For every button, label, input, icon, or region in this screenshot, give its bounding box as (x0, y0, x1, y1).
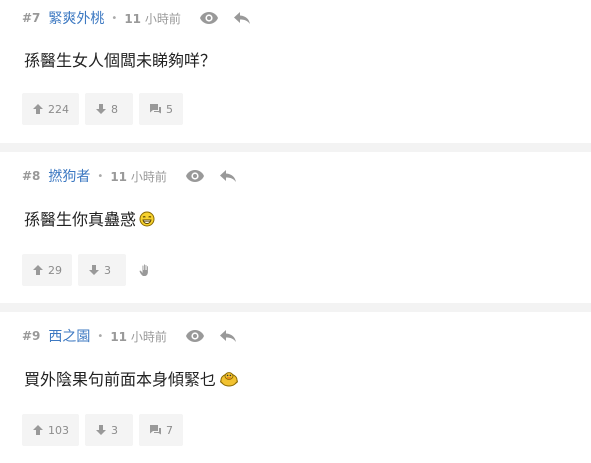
post-time: 11 小時前 (110, 328, 167, 345)
eye-icon[interactable] (185, 169, 205, 183)
post-number: #9 (22, 329, 41, 343)
post-number: #8 (22, 169, 41, 183)
post-content: 買外陰果句前面本身傾緊乜 (24, 370, 239, 392)
separator-dot: • (97, 170, 104, 182)
reply-icon[interactable] (219, 169, 237, 183)
quote-count: 7 (166, 423, 173, 437)
time-value: 11 (124, 11, 142, 26)
downvote-count: 3 (104, 263, 111, 277)
post-actions: 29 3 (22, 254, 164, 286)
post-header: #7 緊爽外桃 • 11 小時前 (22, 8, 251, 28)
time-unit: 小時前 (144, 11, 181, 26)
upvote-button[interactable]: 29 (22, 254, 72, 286)
hand-icon (139, 264, 148, 276)
thumb-down-icon (89, 265, 99, 275)
post-actions: 103 3 7 (22, 414, 183, 446)
post-text: 孫醫生你真蠱惑 (24, 210, 137, 229)
post-time: 11 小時前 (124, 10, 181, 27)
separator-dot: • (111, 12, 118, 24)
thumb-up-icon (33, 104, 43, 114)
post-text: 買外陰果句前面本身傾緊乜 (24, 370, 217, 389)
downvote-button[interactable]: 3 (78, 254, 126, 286)
time-unit: 小時前 (130, 169, 167, 184)
eye-icon[interactable] (185, 329, 205, 343)
downvote-button[interactable]: 8 (85, 93, 133, 125)
quote-count: 5 (166, 102, 173, 116)
post-header: #9 西之園 • 11 小時前 (22, 326, 237, 346)
author-name[interactable]: 緊爽外桃 (48, 8, 104, 28)
post-time: 11 小時前 (110, 168, 167, 185)
grin-emoji (139, 211, 155, 232)
upvote-count: 103 (48, 423, 69, 437)
eye-icon[interactable] (199, 11, 219, 25)
post-actions: 224 8 5 (22, 93, 183, 125)
time-value: 11 (110, 169, 128, 184)
comment-post: #8 撚狗者 • 11 小時前 孫醫生你真蠱惑 29 3 (0, 152, 591, 303)
upvote-count: 224 (48, 102, 69, 116)
thumb-up-icon (33, 265, 43, 275)
upvote-button[interactable]: 224 (22, 93, 79, 125)
post-content: 孫醫生你真蠱惑 (24, 210, 155, 232)
author-name[interactable]: 撚狗者 (48, 166, 90, 186)
author-name[interactable]: 西之園 (48, 326, 90, 346)
duck-emoji (219, 371, 239, 392)
post-content: 孫醫生女人個闆未睇夠咩？ (24, 51, 217, 70)
thumb-down-icon (96, 104, 106, 114)
reply-icon[interactable] (233, 11, 251, 25)
downvote-count: 3 (111, 423, 118, 437)
upvote-count: 29 (48, 263, 62, 277)
report-button[interactable] (132, 254, 164, 286)
separator-dot: • (97, 330, 104, 342)
thumb-down-icon (96, 425, 106, 435)
time-unit: 小時前 (130, 329, 167, 344)
comment-icon (150, 425, 161, 435)
post-number: #7 (22, 11, 41, 25)
time-value: 11 (110, 329, 128, 344)
quote-button[interactable]: 7 (139, 414, 183, 446)
downvote-button[interactable]: 3 (85, 414, 133, 446)
comment-post: #9 西之園 • 11 小時前 買外陰果句前面本身傾緊乜 103 3 7 (0, 312, 591, 463)
downvote-count: 8 (111, 102, 118, 116)
comment-icon (150, 104, 161, 114)
upvote-button[interactable]: 103 (22, 414, 79, 446)
quote-button[interactable]: 5 (139, 93, 183, 125)
comment-post: #7 緊爽外桃 • 11 小時前 孫醫生女人個闆未睇夠咩？ 224 8 5 (0, 0, 591, 143)
post-header: #8 撚狗者 • 11 小時前 (22, 166, 237, 186)
thumb-up-icon (33, 425, 43, 435)
reply-icon[interactable] (219, 329, 237, 343)
